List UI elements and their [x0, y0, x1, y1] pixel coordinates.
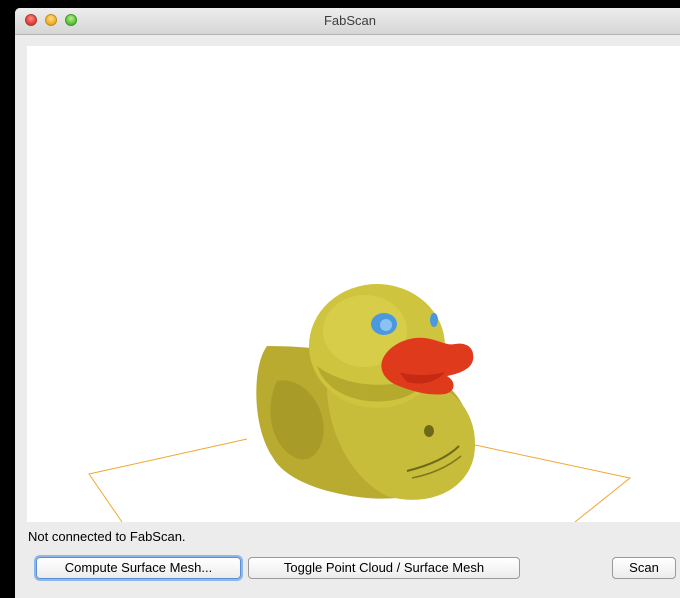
toggle-point-cloud-button[interactable]: Toggle Point Cloud / Surface Mesh	[248, 557, 520, 579]
duck-point-cloud	[256, 284, 476, 500]
3d-viewport[interactable]	[27, 46, 680, 522]
title-bar: FabScan	[15, 8, 680, 35]
window-title: FabScan	[323, 13, 377, 28]
app-window: FabScan Not connected to FabScan. Comput…	[15, 8, 680, 598]
point-cloud-scene	[88, 284, 632, 522]
compute-surface-mesh-button[interactable]: Compute Surface Mesh...	[36, 557, 241, 579]
connection-status: Not connected to FabScan.	[28, 529, 186, 544]
scan-button[interactable]: Scan	[612, 557, 676, 579]
